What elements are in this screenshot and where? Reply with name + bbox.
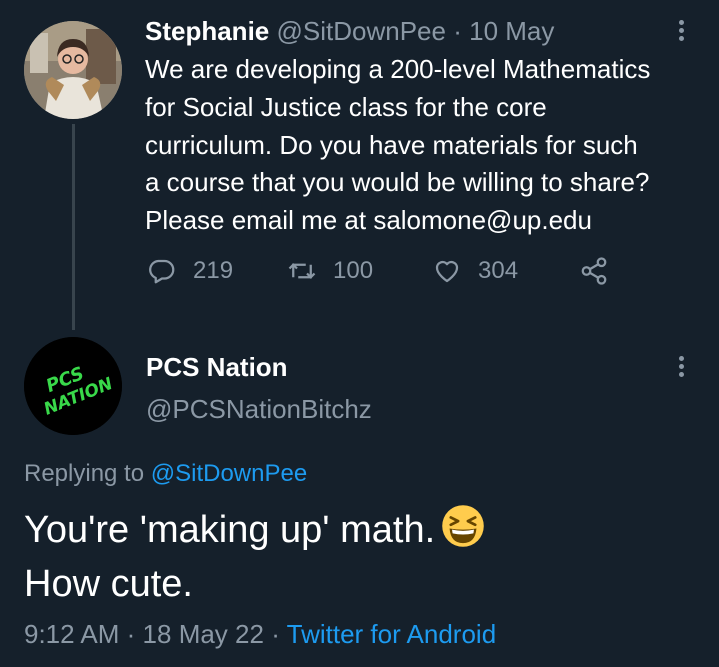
tweet1-text-line: curriculum. Do you have materials for su… [145, 129, 638, 160]
more-options-icon[interactable] [678, 20, 686, 44]
tweet1-header: Stephanie @SitDownPee · 10 May [145, 14, 554, 48]
stephanie-avatar[interactable] [24, 21, 122, 119]
tweet1-date[interactable]: 10 May [469, 16, 554, 46]
tweet2-metadata: 9:12 AM · 18 May 22 · Twitter for Androi… [24, 617, 496, 651]
share-icon [581, 257, 607, 285]
share-button[interactable] [579, 256, 609, 286]
retweet-count: 100 [333, 257, 374, 284]
tweet2-time[interactable]: 9:12 AM [24, 619, 119, 649]
retweet-icon [288, 263, 316, 279]
tweet2-source[interactable]: Twitter for Android [287, 619, 497, 649]
tweet1-author-name[interactable]: Stephanie [145, 16, 269, 46]
tweet1-author-handle[interactable]: @SitDownPee [276, 16, 445, 46]
tweet2-separator: · [126, 619, 136, 649]
like-button[interactable]: 304 [432, 256, 518, 286]
tweet2-text-line: You're 'making up' math. [24, 503, 485, 557]
retweet-button[interactable]: 100 [287, 256, 373, 286]
tweet2-author-handle[interactable]: @PCSNationBitchz [146, 392, 372, 426]
tweet1-text: We are developing a 200-level Mathematic… [145, 51, 705, 240]
replying-to: Replying to @SitDownPee [24, 458, 307, 490]
reply-button[interactable]: 219 [147, 256, 233, 286]
grinning-squinting-face-emoji [442, 505, 484, 547]
tweet1-text-line: We are developing a 200-level Mathematic… [145, 54, 651, 84]
tweet1-separator: · [453, 16, 462, 46]
pcs-nation-logo: PCS NATION [24, 337, 122, 435]
like-count: 304 [478, 257, 519, 284]
like-icon [435, 260, 459, 283]
replying-to-label: Replying to [24, 460, 145, 487]
pcs-nation-avatar[interactable]: PCS NATION [24, 337, 122, 435]
tweet1-text-line: a course that you would be willing to sh… [145, 167, 650, 198]
thread-connector-line [72, 124, 75, 330]
tweet2-text: You're 'making up' math. How cute. [24, 503, 485, 611]
tweet2-date[interactable]: 18 May 22 [143, 619, 264, 649]
tweet1-text-line: Please email me at salomone@up.edu [145, 205, 592, 236]
tweet2-separator: · [271, 619, 280, 649]
tweet2-text-line-2: How cute. [24, 563, 193, 605]
stephanie-avatar-image [24, 21, 122, 119]
tweet2-author-name[interactable]: PCS Nation [146, 350, 288, 384]
reply-count: 219 [193, 257, 234, 284]
tweet2-text-line-1: You're 'making up' math. [24, 509, 436, 551]
tweet1-text-line: for Social Justice class for the core [145, 91, 547, 122]
reply-icon [149, 259, 175, 284]
more-options-icon[interactable] [678, 356, 686, 380]
replying-to-mention[interactable]: @SitDownPee [151, 460, 307, 487]
